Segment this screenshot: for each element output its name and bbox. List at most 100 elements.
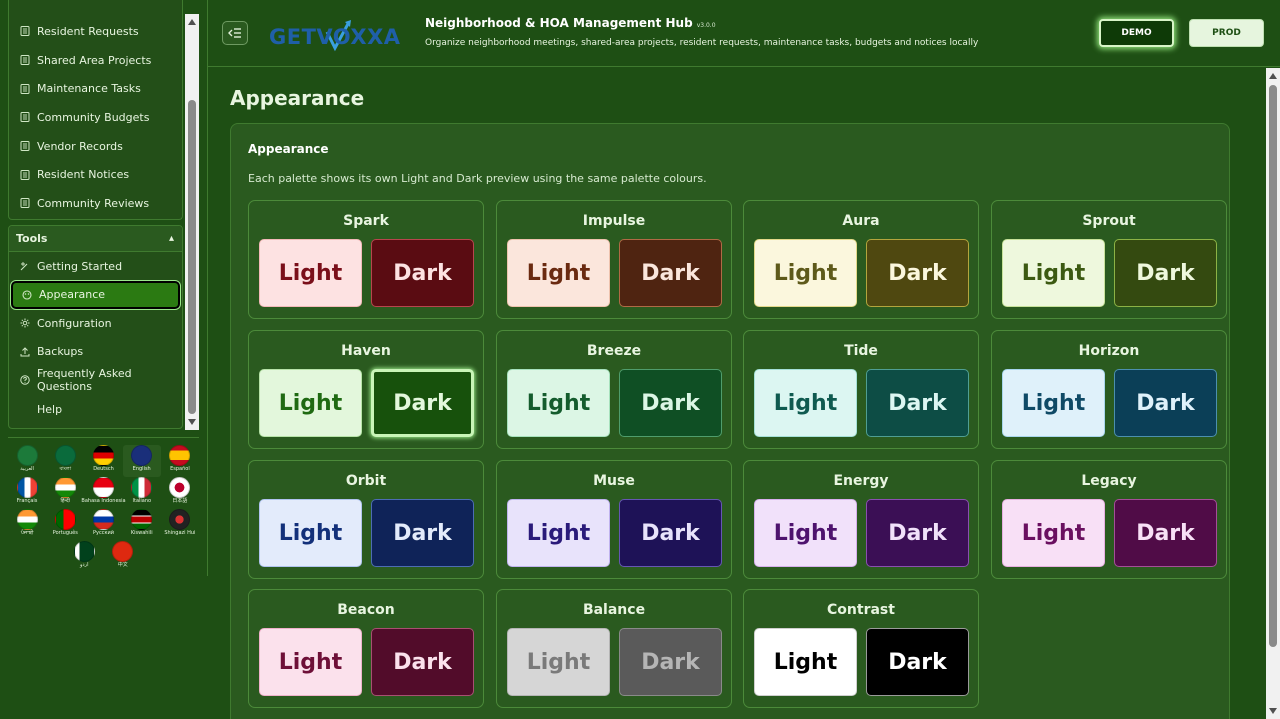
language-name: Shingazi Hui [164, 530, 196, 536]
balance-dark-swatch[interactable]: Dark [619, 628, 722, 696]
main-scrollbar[interactable] [1266, 68, 1280, 719]
palette-card-contrast: Contrast Light Dark [743, 589, 979, 708]
impulse-light-swatch[interactable]: Light [507, 239, 610, 307]
palette-name: Balance [582, 602, 646, 618]
sidebar-item-vendor-records[interactable]: Vendor Records [9, 132, 182, 161]
language-option[interactable]: Français [8, 477, 46, 509]
list-icon [20, 169, 30, 180]
language-name: Deutsch [93, 466, 114, 472]
sprout-dark-swatch[interactable]: Dark [1114, 239, 1217, 307]
aura-light-swatch[interactable]: Light [754, 239, 857, 307]
beacon-dark-swatch[interactable]: Dark [371, 628, 474, 696]
app-title: Neighborhood & HOA Management Hub v3.0.0 [425, 16, 716, 30]
contrast-light-swatch[interactable]: Light [754, 628, 857, 696]
spark-dark-swatch[interactable]: Dark [371, 239, 474, 307]
list-icon [20, 26, 30, 37]
language-row: ਪੰਜਾਬੀ Português Русский Kiswahili Shingazi … [8, 509, 199, 541]
main-scroll-thumb[interactable] [1269, 85, 1277, 647]
contrast-dark-swatch[interactable]: Dark [866, 628, 969, 696]
language-name: Русский [93, 530, 114, 536]
tide-light-swatch[interactable]: Light [754, 369, 857, 437]
palette-name: Orbit [345, 473, 387, 489]
sprout-light-swatch[interactable]: Light [1002, 239, 1105, 307]
legacy-light-swatch[interactable]: Light [1002, 499, 1105, 567]
sidebar-item-maintenance-tasks[interactable]: Maintenance Tasks [9, 74, 182, 103]
demo-button[interactable]: DEMO [1099, 19, 1174, 47]
language-option[interactable]: 中文 [104, 541, 143, 573]
language-name: اردو [80, 562, 89, 568]
sidebar-item-community-budgets[interactable]: Community Budgets [9, 103, 182, 132]
tools-section-header[interactable]: Tools ▴ [9, 226, 182, 252]
language-option[interactable]: Русский [84, 509, 122, 541]
haven-dark-swatch[interactable]: Dark [371, 369, 474, 437]
sidebar-item-help[interactable]: Help [9, 395, 182, 424]
orbit-light-swatch[interactable]: Light [259, 499, 362, 567]
muse-light-swatch[interactable]: Light [507, 499, 610, 567]
sidebar-item-appearance[interactable]: Appearance [11, 280, 180, 309]
impulse-dark-swatch[interactable]: Dark [619, 239, 722, 307]
aura-dark-swatch[interactable]: Dark [866, 239, 969, 307]
language-option[interactable]: Português [46, 509, 84, 541]
palette-name: Legacy [1081, 473, 1137, 489]
language-name: ਪੰਜਾਬੀ [20, 530, 34, 536]
flag-icon [16, 477, 38, 498]
language-row: العربية বাংলা Deutsch English Español [8, 445, 199, 477]
sidebar-scrollbar[interactable] [185, 14, 199, 430]
haven-light-swatch[interactable]: Light [259, 369, 362, 437]
flag-icon [169, 509, 191, 530]
palette-name: Tide [844, 343, 878, 359]
beacon-light-swatch[interactable]: Light [259, 628, 362, 696]
sidebar-item-shared-area-projects[interactable]: Shared Area Projects [9, 46, 182, 75]
sidebar-item-resident-notices[interactable]: Resident Notices [9, 160, 182, 189]
tide-dark-swatch[interactable]: Dark [866, 369, 969, 437]
energy-dark-swatch[interactable]: Dark [866, 499, 969, 567]
language-option[interactable]: हिन्दी [46, 477, 84, 509]
language-option[interactable]: 日本語 [161, 477, 199, 509]
language-option[interactable]: العربية [8, 445, 46, 477]
scroll-up-arrow-icon[interactable] [1269, 73, 1277, 79]
breeze-light-swatch[interactable]: Light [507, 369, 610, 437]
scroll-down-arrow-icon[interactable] [1269, 708, 1277, 714]
gear-icon [20, 318, 30, 328]
sidebar-item-backups[interactable]: Backups [9, 337, 182, 366]
sidebar-scroll-thumb[interactable] [188, 100, 196, 414]
prod-button[interactable]: PROD [1189, 19, 1264, 47]
sidebar-item-community-reviews[interactable]: Community Reviews [9, 189, 182, 218]
language-option[interactable]: Español [161, 445, 199, 477]
language-option[interactable]: اردو [65, 541, 104, 573]
sidebar-item-configuration[interactable]: Configuration [9, 309, 182, 338]
language-option[interactable]: Italiano [123, 477, 161, 509]
scroll-up-arrow-icon[interactable] [188, 19, 196, 25]
collapse-sidebar-button[interactable] [222, 21, 248, 45]
breeze-dark-swatch[interactable]: Dark [619, 369, 722, 437]
language-name: English [132, 466, 151, 472]
language-option[interactable]: ਪੰਜਾਬੀ [8, 509, 46, 541]
horizon-light-swatch[interactable]: Light [1002, 369, 1105, 437]
scroll-down-arrow-icon[interactable] [188, 419, 196, 425]
energy-light-swatch[interactable]: Light [754, 499, 857, 567]
flag-icon [54, 445, 76, 466]
language-name: Bahasa Indonesia [81, 498, 126, 504]
orbit-dark-swatch[interactable]: Dark [371, 499, 474, 567]
language-option[interactable]: Shingazi Hui [161, 509, 199, 541]
sidebar-item-label: Shared Area Projects [37, 53, 152, 67]
flag-icon [16, 509, 38, 530]
legacy-dark-swatch[interactable]: Dark [1114, 499, 1217, 567]
sidebar-item-frequently-asked-questions[interactable]: Frequently Asked Questions [9, 366, 182, 395]
collapse-chevron-icon[interactable]: ▴ [169, 233, 174, 244]
getvoxxa-logo: GETVOXXA [269, 20, 411, 54]
language-option[interactable]: Bahasa Indonesia [81, 477, 126, 509]
balance-light-swatch[interactable]: Light [507, 628, 610, 696]
palette-card-spark: Spark Light Dark [248, 200, 484, 319]
language-option[interactable]: বাংলা [46, 445, 84, 477]
horizon-dark-swatch[interactable]: Dark [1114, 369, 1217, 437]
muse-dark-swatch[interactable]: Dark [619, 499, 722, 567]
language-option[interactable]: Deutsch [84, 445, 122, 477]
language-option[interactable]: Kiswahili [123, 509, 161, 541]
language-option[interactable]: English [122, 445, 161, 477]
sidebar-item-getting-started[interactable]: Getting Started [9, 252, 182, 281]
sidebar-item-resident-requests[interactable]: Resident Requests [9, 17, 182, 46]
palette-name: Spark [343, 213, 389, 229]
language-name: Español [170, 466, 190, 472]
spark-light-swatch[interactable]: Light [259, 239, 362, 307]
